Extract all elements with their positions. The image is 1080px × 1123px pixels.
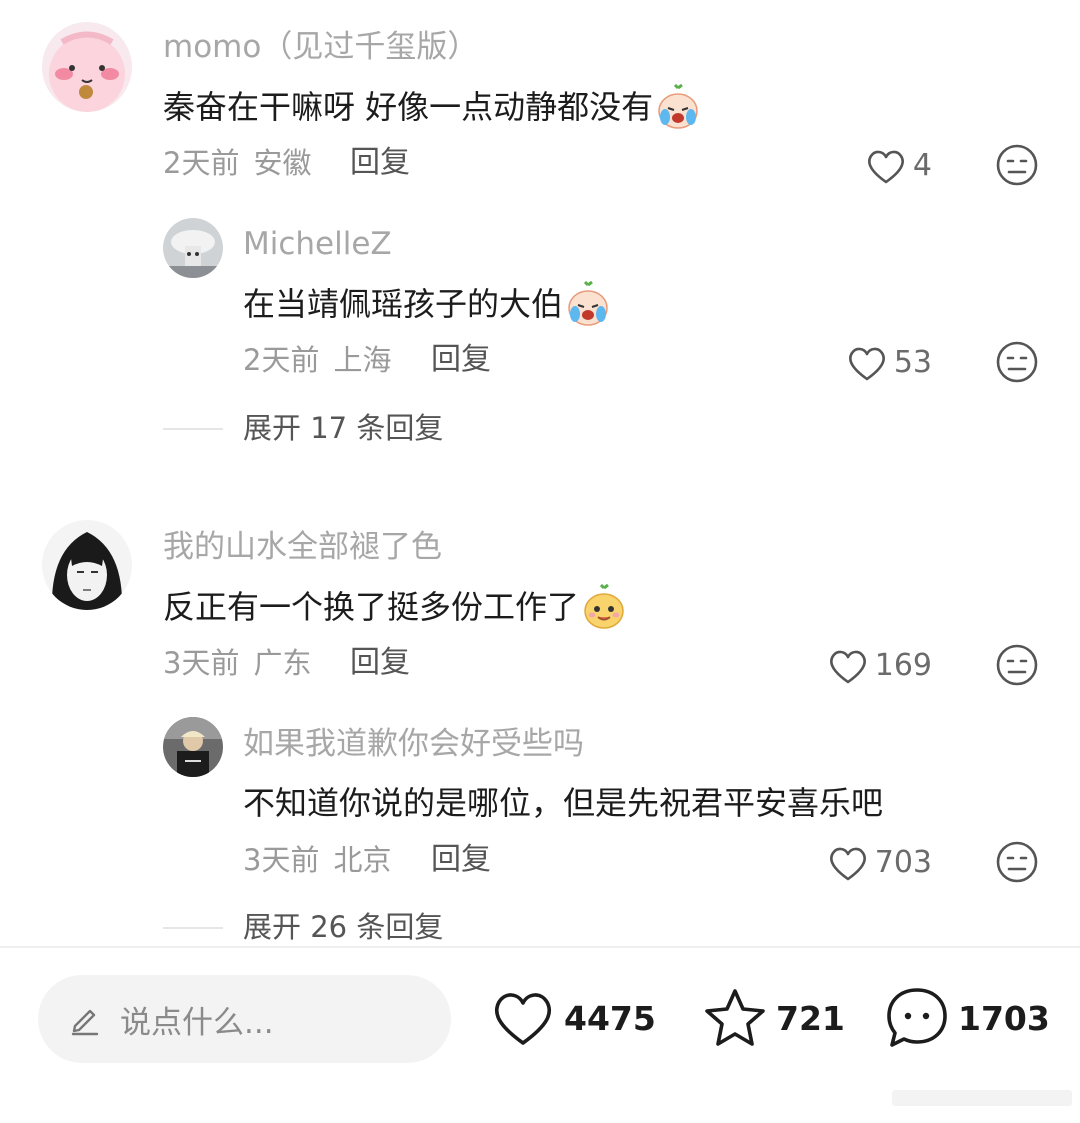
dislike-button[interactable] xyxy=(995,340,1039,384)
reply-text-content: 不知道你说的是哪位，但是先祝君平安喜乐吧 xyxy=(243,784,884,822)
smirk-face-emoji xyxy=(581,584,627,630)
neutral-face-icon xyxy=(996,841,1038,883)
expand-replies-button[interactable]: 展开 17 条回复 xyxy=(163,414,443,443)
comment-count: 1703 xyxy=(958,998,1050,1038)
expand-replies-label: 展开 26 条回复 xyxy=(243,910,444,944)
comment-meta: 2天前 安徽 xyxy=(163,149,311,178)
dislike-button[interactable] xyxy=(995,840,1039,884)
like-count: 169 xyxy=(874,648,932,683)
comment-location: 广东 xyxy=(253,646,312,680)
comment-meta: 3天前 广东 xyxy=(163,649,311,678)
reply-button[interactable]: 回复 xyxy=(350,648,410,678)
like-post-button[interactable]: 4475 xyxy=(490,987,656,1049)
comment-time: 2天前 xyxy=(163,146,240,180)
comment-text: 秦奋在干嘛呀 好像一点动静都没有 xyxy=(163,84,701,130)
dislike-button[interactable] xyxy=(995,143,1039,187)
heart-outline-icon xyxy=(848,347,885,381)
divider xyxy=(163,926,223,929)
like-button[interactable]: 53 xyxy=(810,341,932,385)
speech-bubble-icon xyxy=(887,988,947,1047)
comment-location: 安徽 xyxy=(253,146,312,180)
favorite-button[interactable]: 721 xyxy=(702,986,845,1050)
like-count: 4 xyxy=(912,148,932,183)
reply-time: 2天前 xyxy=(243,343,320,377)
comment-username[interactable]: momo（见过千玺版） xyxy=(163,32,478,63)
avatar[interactable] xyxy=(42,520,132,610)
avatar[interactable] xyxy=(163,218,223,278)
heart-outline-icon xyxy=(494,993,552,1045)
reply-location: 上海 xyxy=(333,343,392,377)
heart-outline-icon xyxy=(829,847,866,881)
reply-meta: 2天前 上海 xyxy=(243,346,391,375)
comment-section: momo（见过千玺版） 秦奋在干嘛呀 好像一点动静都没有 2天前安徽 回复 4 xyxy=(0,0,1080,1123)
neutral-face-icon xyxy=(996,341,1038,383)
comment-text-content: 秦奋在干嘛呀 好像一点动静都没有 xyxy=(163,88,654,126)
like-button[interactable]: 4 xyxy=(830,144,932,188)
reply-button[interactable]: 回复 xyxy=(431,845,491,875)
reply-location: 北京 xyxy=(333,843,392,877)
divider xyxy=(163,427,223,430)
heart-outline-icon xyxy=(829,650,866,684)
crying-face-emoji xyxy=(655,84,701,130)
heart-outline-icon xyxy=(867,150,904,184)
like-count: 703 xyxy=(874,845,932,880)
expand-replies-label: 展开 17 条回复 xyxy=(243,411,444,445)
reply-text: 在当靖佩瑶孩子的大伯 xyxy=(243,281,611,327)
avatar[interactable] xyxy=(42,22,132,112)
expand-replies-button[interactable]: 展开 26 条回复 xyxy=(163,913,443,942)
post-like-count: 4475 xyxy=(564,998,656,1038)
reply-button[interactable]: 回复 xyxy=(431,345,491,375)
pencil-icon xyxy=(71,1009,99,1036)
reply-username[interactable]: 如果我道歉你会好受些吗 xyxy=(243,729,584,760)
comment-input[interactable]: 说点什么... xyxy=(38,975,451,1063)
reply-meta: 3天前 北京 xyxy=(243,846,391,875)
reply-button[interactable]: 回复 xyxy=(350,148,410,178)
reply-text: 不知道你说的是哪位，但是先祝君平安喜乐吧 xyxy=(243,787,883,819)
comment-button[interactable]: 1703 xyxy=(884,985,1050,1051)
reply-username[interactable]: MichelleZ xyxy=(243,229,392,260)
comment-input-placeholder: 说点什么... xyxy=(120,1004,274,1041)
comment-text: 反正有一个换了挺多份工作了 xyxy=(163,584,627,630)
like-button[interactable]: 703 xyxy=(790,841,932,885)
avatar[interactable] xyxy=(163,717,223,777)
dislike-button[interactable] xyxy=(995,643,1039,687)
crying-face-emoji xyxy=(565,281,611,327)
comment-time: 3天前 xyxy=(163,646,240,680)
comment-text-content: 反正有一个换了挺多份工作了 xyxy=(163,588,580,626)
favorite-count: 721 xyxy=(776,998,845,1038)
reply-time: 3天前 xyxy=(243,843,320,877)
neutral-face-icon xyxy=(996,144,1038,186)
bottom-bar-divider xyxy=(0,946,1080,948)
star-outline-icon xyxy=(705,989,765,1046)
comment-username[interactable]: 我的山水全部褪了色 xyxy=(163,532,442,563)
like-button[interactable]: 169 xyxy=(790,644,932,688)
watermark-graphic xyxy=(892,1090,1072,1106)
reply-text-content: 在当靖佩瑶孩子的大伯 xyxy=(243,285,564,323)
like-count: 53 xyxy=(893,345,932,380)
neutral-face-icon xyxy=(996,644,1038,686)
